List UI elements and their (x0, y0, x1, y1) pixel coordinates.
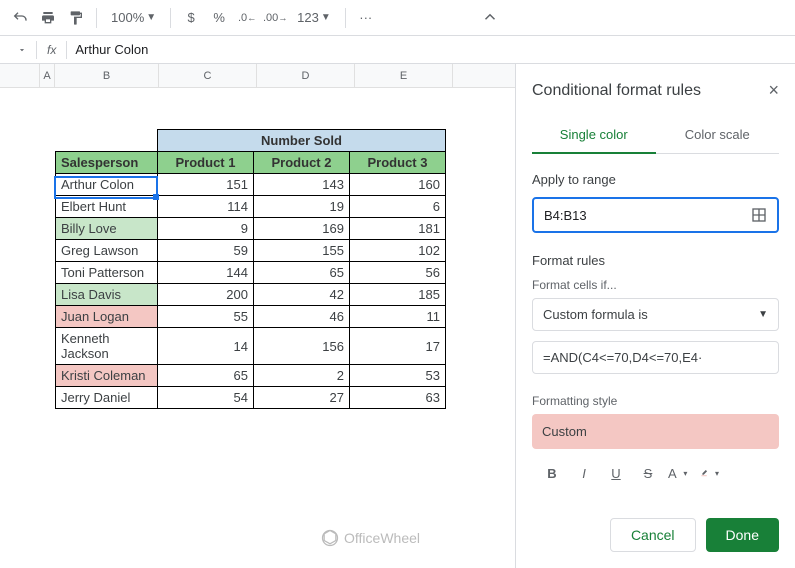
increase-decimal-icon[interactable]: .00→ (263, 6, 287, 30)
formula-bar: fx Arthur Colon (0, 36, 795, 64)
apply-range-label: Apply to range (532, 172, 779, 187)
format-condition-select[interactable]: Custom formula is ▼ (532, 298, 779, 331)
col-header-d[interactable]: D (257, 64, 355, 87)
zoom-select[interactable]: 100%▼ (105, 10, 162, 25)
style-preview[interactable]: Custom (532, 414, 779, 449)
table-row[interactable]: Kristi Coleman65253 (56, 365, 446, 387)
number-format-select[interactable]: 123▼ (291, 10, 337, 25)
range-input-wrapper (532, 197, 779, 233)
tab-color-scale[interactable]: Color scale (656, 117, 780, 153)
undo-icon[interactable] (8, 6, 32, 30)
style-toolbar: B I U S A▾ ▾ (532, 457, 779, 489)
italic-icon[interactable]: I (572, 461, 596, 485)
paint-format-icon[interactable] (64, 6, 88, 30)
table-row[interactable]: Kenneth Jackson1415617 (56, 328, 446, 365)
range-input[interactable] (544, 208, 722, 223)
data-table[interactable]: Number SoldSalespersonProduct 1Product 2… (55, 129, 446, 409)
strikethrough-icon[interactable]: S (636, 461, 660, 485)
more-icon[interactable]: ··· (354, 6, 378, 30)
table-row[interactable]: Elbert Hunt114196 (56, 196, 446, 218)
formula-input[interactable]: Arthur Colon (67, 42, 148, 57)
table-row[interactable]: Arthur Colon151143160 (56, 174, 446, 196)
col-header-b[interactable]: B (55, 64, 159, 87)
col-header-a[interactable]: A (40, 64, 55, 87)
collapse-icon[interactable] (481, 8, 499, 29)
table-row[interactable]: Jerry Daniel542763 (56, 387, 446, 409)
fill-color-icon[interactable]: ▾ (700, 461, 724, 485)
table-row[interactable]: Toni Patterson1446556 (56, 262, 446, 284)
tab-single-color[interactable]: Single color (532, 117, 656, 154)
custom-formula-input[interactable]: =AND(C4<=70,D4<=70,E4· (532, 341, 779, 374)
format-rules-label: Format rules (532, 253, 779, 268)
table-row[interactable]: Billy Love9169181 (56, 218, 446, 240)
format-if-label: Format cells if... (532, 278, 779, 292)
table-row[interactable]: Juan Logan554611 (56, 306, 446, 328)
close-icon[interactable]: × (768, 80, 779, 101)
select-range-icon[interactable] (751, 207, 767, 223)
select-all-corner[interactable] (0, 64, 40, 87)
bold-icon[interactable]: B (540, 461, 564, 485)
done-button[interactable]: Done (706, 518, 779, 552)
col-header-c[interactable]: C (159, 64, 257, 87)
name-box-dropdown[interactable] (8, 36, 36, 64)
fx-label: fx (37, 43, 66, 57)
column-headers: A B C D E (0, 64, 515, 88)
col-header-e[interactable]: E (355, 64, 453, 87)
decrease-decimal-icon[interactable]: .0← (235, 6, 259, 30)
watermark: OfficeWheel (320, 528, 420, 548)
currency-icon[interactable]: $ (179, 6, 203, 30)
table-row[interactable]: Greg Lawson59155102 (56, 240, 446, 262)
print-icon[interactable] (36, 6, 60, 30)
cancel-button[interactable]: Cancel (610, 518, 696, 552)
underline-icon[interactable]: U (604, 461, 628, 485)
spreadsheet[interactable]: A B C D E Number SoldSalespersonProduct … (0, 64, 515, 568)
percent-icon[interactable]: % (207, 6, 231, 30)
toolbar: 100%▼ $ % .0← .00→ 123▼ ··· (0, 0, 795, 36)
table-row[interactable]: Lisa Davis20042185 (56, 284, 446, 306)
text-color-icon[interactable]: A▾ (668, 461, 692, 485)
sidebar-title: Conditional format rules (532, 82, 701, 100)
formatting-style-label: Formatting style (532, 394, 779, 408)
conditional-format-sidebar: Conditional format rules × Single color … (515, 64, 795, 568)
